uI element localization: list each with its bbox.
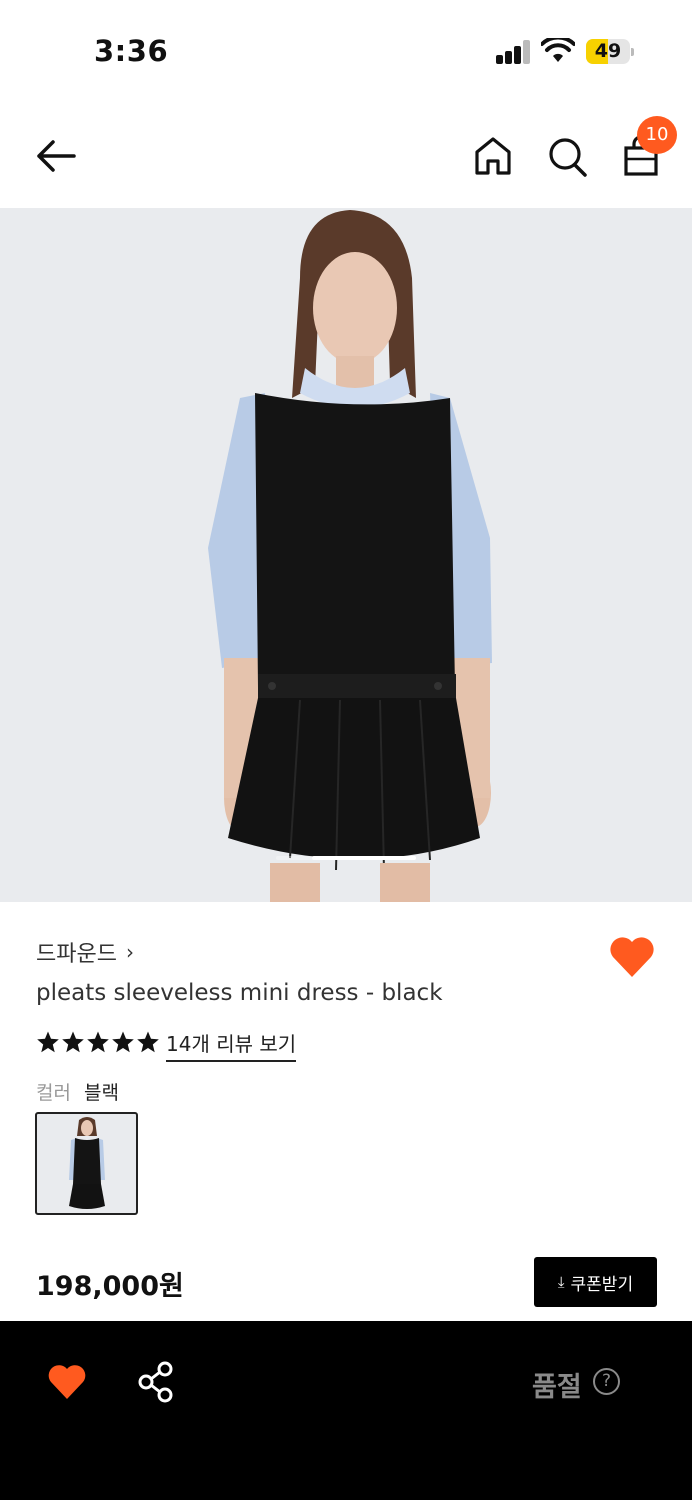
search-icon[interactable] [546,134,588,178]
help-icon[interactable]: ? [593,1368,620,1395]
model-illustration [208,210,492,902]
color-swatch-thumbnail[interactable] [35,1112,138,1215]
coupon-button[interactable]: ⤓ 쿠폰받기 [534,1257,657,1307]
battery-icon: 49 [586,39,634,64]
sold-out-status: 품절 [532,1372,582,1403]
wifi-icon [541,38,575,62]
image-pager [276,856,416,860]
review-link[interactable]: 14개 리뷰 보기 [166,1028,297,1062]
brand-link[interactable]: 드파운드 [36,936,117,968]
color-label: 컬러 [36,1082,71,1104]
wishlist-heart-icon[interactable] [608,934,656,980]
top-nav [0,110,692,206]
battery-percent: 49 [594,40,622,62]
coupon-label: 쿠폰받기 [570,1274,634,1295]
star-icon [37,1031,59,1053]
color-value: 블랙 [84,1082,119,1104]
bottom-action-bar: 품절 ? [0,1321,692,1500]
download-icon: ⤓ [557,1273,565,1291]
status-time: 3:36 [94,34,169,68]
cellular-signal-icon [496,40,532,64]
product-image[interactable] [0,208,692,902]
star-icon [137,1031,159,1053]
share-icon[interactable] [137,1361,177,1403]
back-arrow-icon[interactable] [34,136,78,176]
rating-stars [36,1030,160,1056]
product-title: pleats sleeveless mini dress - black [36,980,443,1006]
star-icon [87,1031,109,1053]
product-price: 198,000원 [36,1271,184,1302]
cart-count-badge: 10 [637,116,677,154]
status-bar: 3:36 49 [0,0,692,100]
wishlist-heart-icon[interactable] [47,1363,87,1401]
home-icon[interactable] [472,134,514,178]
star-icon [112,1031,134,1053]
star-icon [62,1031,84,1053]
chevron-right-icon[interactable]: › [126,940,134,964]
